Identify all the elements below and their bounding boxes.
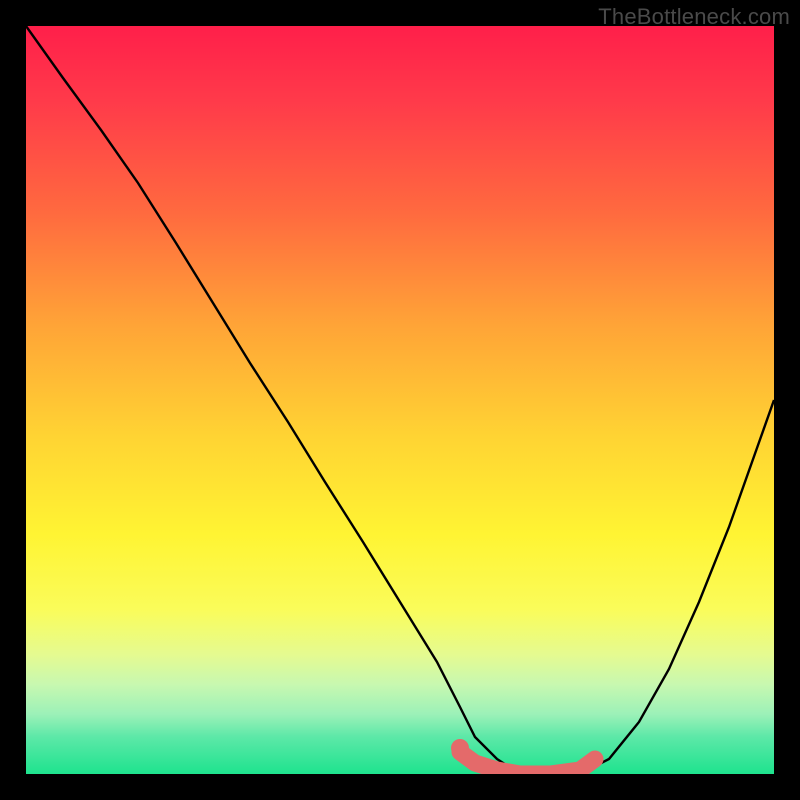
chart-area: [26, 26, 774, 774]
highlight-band: [460, 752, 595, 774]
highlight-dot: [451, 739, 469, 757]
bottleneck-curve: [26, 26, 774, 774]
bottleneck-curve-svg: [26, 26, 774, 774]
watermark: TheBottleneck.com: [598, 4, 790, 30]
